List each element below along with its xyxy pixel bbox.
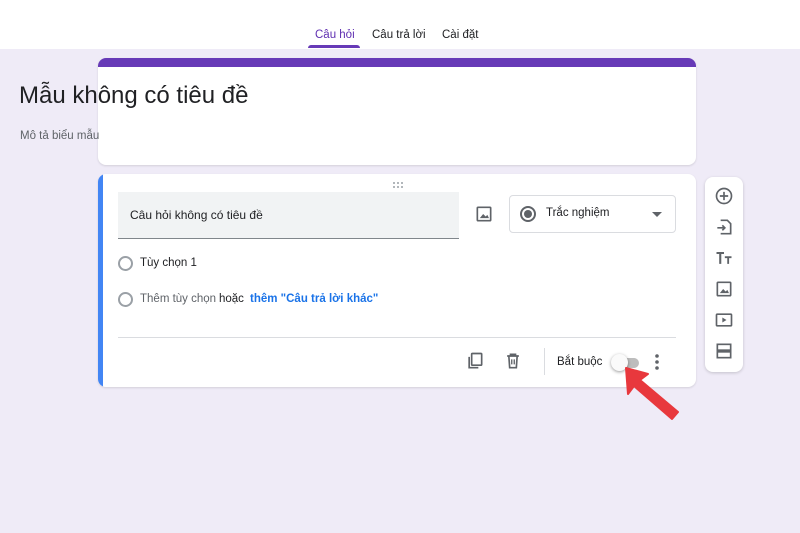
chevron-down-icon (652, 212, 662, 217)
add-image-icon[interactable] (474, 204, 494, 224)
add-section-icon[interactable] (714, 341, 734, 361)
option-1-label[interactable]: Tùy chọn 1 (140, 257, 197, 269)
add-option-radio-icon (118, 292, 133, 307)
form-header-card[interactable] (98, 58, 696, 165)
tab-settings[interactable]: Cài đặt (442, 29, 478, 41)
question-type-label: Trắc nghiệm (546, 207, 610, 219)
header-accent-bar (98, 58, 696, 67)
drag-handle-icon[interactable] (392, 181, 404, 189)
required-label: Bắt buộc (557, 356, 603, 368)
top-bar: Câu hỏi Câu trả lời Cài đặt (0, 0, 800, 49)
option-radio-icon (118, 256, 133, 271)
add-video-icon[interactable] (714, 310, 734, 330)
add-other-answer-button[interactable]: thêm "Câu trả lời khác" (250, 293, 378, 305)
add-question-icon[interactable] (714, 186, 734, 206)
duplicate-icon[interactable] (465, 351, 485, 371)
add-image-icon[interactable] (714, 279, 734, 299)
footer-separator (544, 348, 545, 375)
active-question-indicator (98, 174, 103, 387)
delete-icon[interactable] (503, 351, 523, 371)
active-tab-indicator (308, 45, 360, 48)
form-description[interactable]: Mô tả biểu mẫu (20, 130, 99, 142)
add-title-icon[interactable] (714, 248, 734, 268)
or-text: hoặc (219, 293, 244, 305)
annotation-arrow-icon (625, 367, 679, 420)
import-questions-icon[interactable] (714, 217, 734, 237)
add-option-button[interactable]: Thêm tùy chọn (140, 293, 216, 305)
form-title[interactable]: Mẫu không có tiêu đề (19, 82, 249, 110)
tab-questions[interactable]: Câu hỏi (315, 29, 355, 41)
radio-button-icon (520, 206, 536, 222)
tab-responses[interactable]: Câu trả lời (372, 29, 426, 41)
footer-divider (118, 337, 676, 338)
question-title[interactable]: Câu hỏi không có tiêu đề (130, 208, 263, 222)
